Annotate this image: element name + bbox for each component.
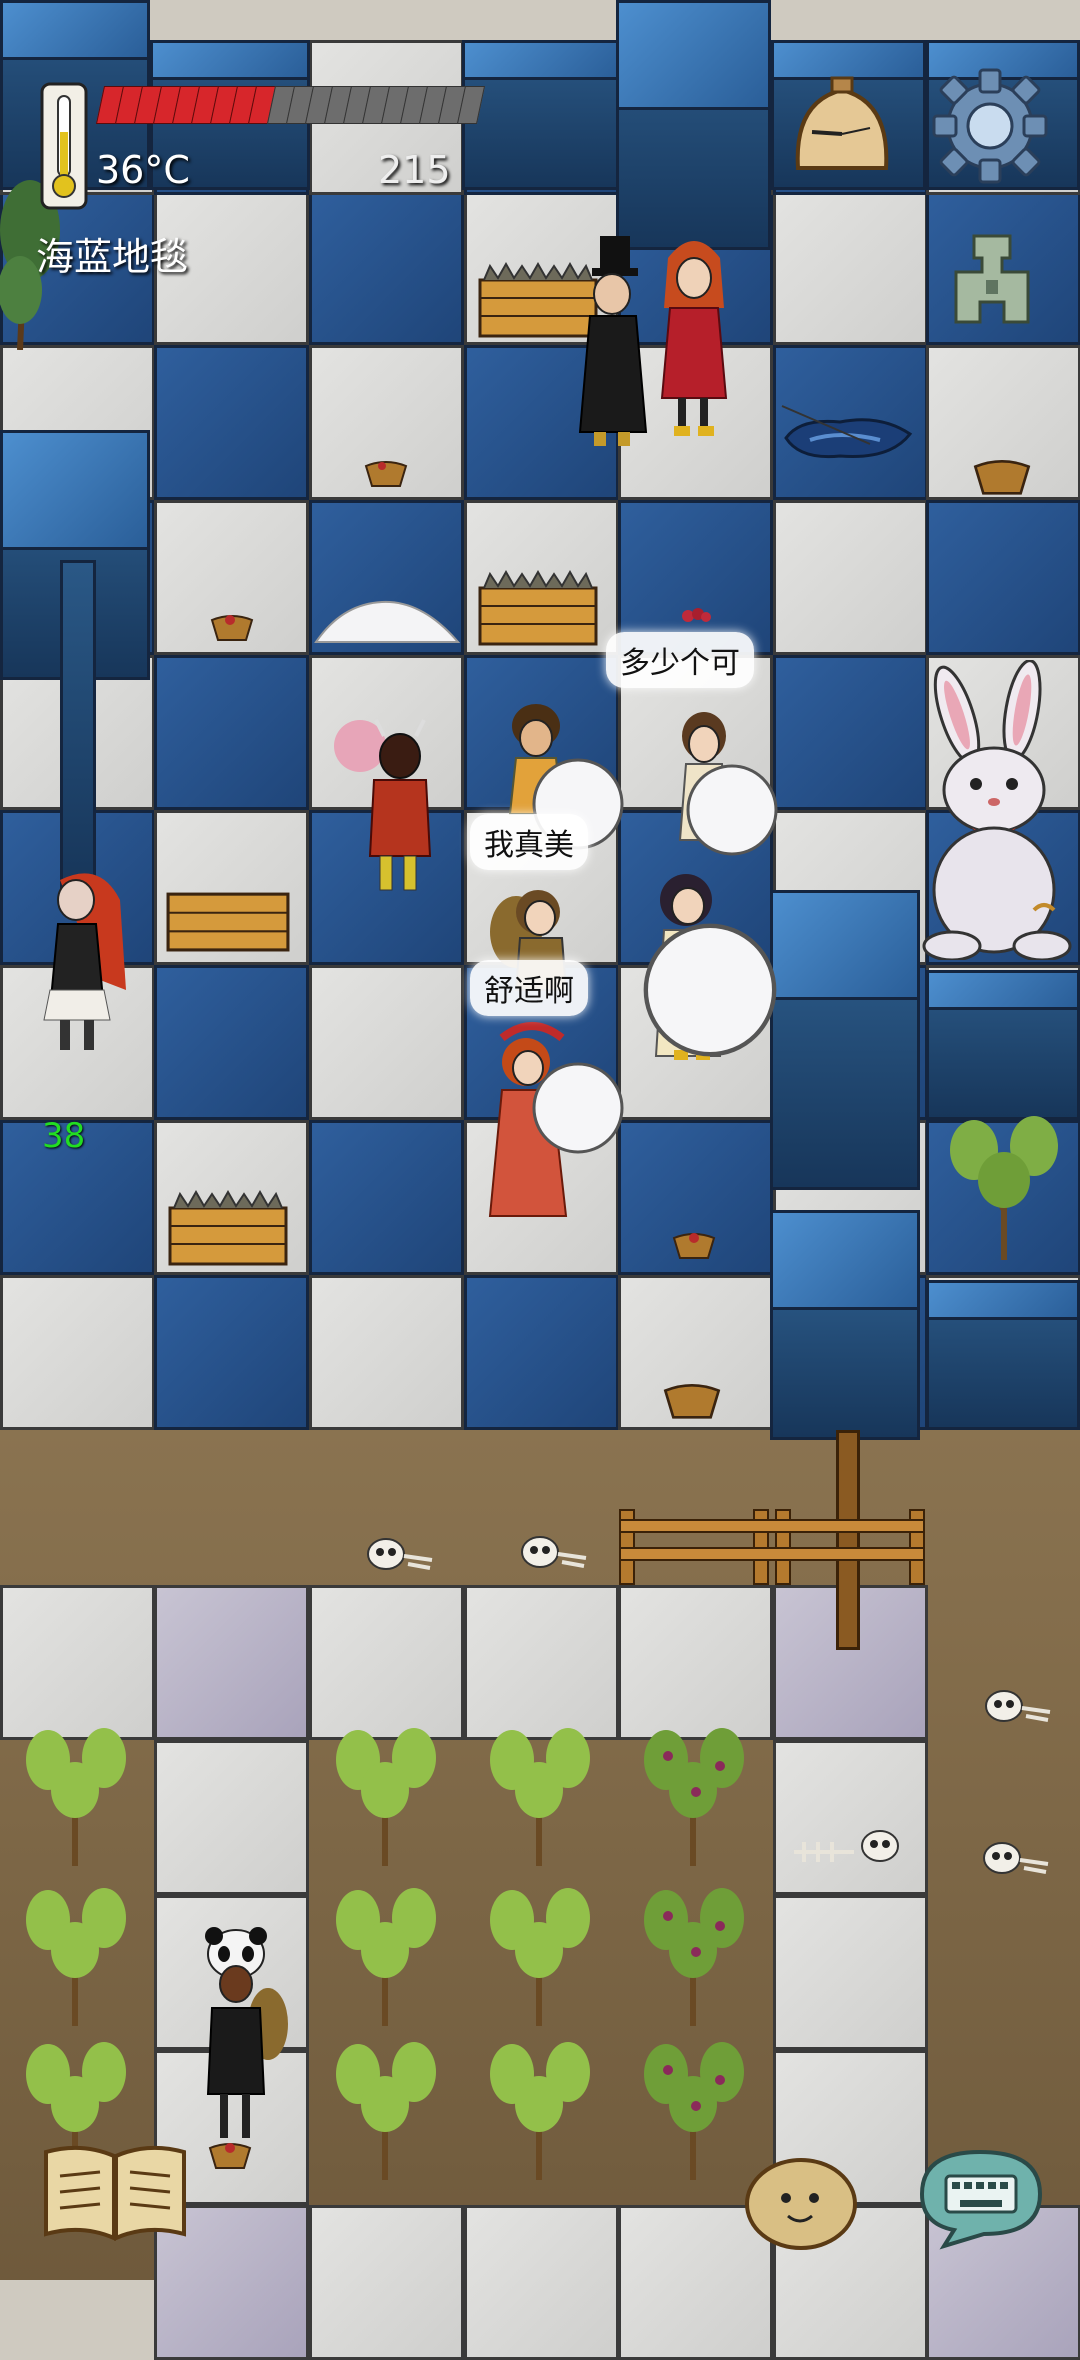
bean-plant[interactable]	[20, 1706, 130, 1866]
speech-bubble: 多少个可	[606, 632, 754, 688]
carpet-tile[interactable]	[154, 345, 309, 500]
bean-plant[interactable]	[330, 2020, 440, 2180]
carpet-tile[interactable]	[926, 500, 1080, 655]
pocket-watch-icon[interactable]	[790, 72, 894, 182]
bean-plant[interactable]	[484, 1866, 594, 2026]
thermometer-icon	[40, 82, 88, 210]
open-book-icon[interactable]	[42, 2142, 188, 2244]
bean-plant[interactable]	[330, 1706, 440, 1866]
gooseberry-bush[interactable]	[638, 1866, 748, 2026]
wall-top	[926, 970, 1080, 1010]
carpet-tile[interactable]	[154, 655, 309, 810]
basket[interactable]	[662, 1380, 722, 1420]
ice-fishing-hole[interactable]	[780, 404, 920, 464]
wall-top	[770, 890, 920, 1000]
wall-top	[926, 1280, 1080, 1320]
basket[interactable]	[672, 1230, 716, 1260]
character-tophat[interactable]	[566, 232, 656, 452]
carpet-tile[interactable]	[154, 1275, 309, 1430]
skeleton[interactable]	[962, 1836, 1052, 1880]
snowball[interactable]	[684, 762, 780, 858]
skeleton[interactable]	[500, 1530, 590, 1574]
keyboard-icon[interactable]	[914, 2146, 1048, 2250]
speech-bubble: 舒适啊	[470, 960, 588, 1016]
character-panda-hat[interactable]	[190, 1924, 290, 2154]
giant-rabbit[interactable]	[912, 660, 1080, 960]
character-veiled[interactable]	[30, 860, 130, 1060]
bean-plant[interactable]	[484, 1706, 594, 1866]
bean-plant[interactable]	[330, 1866, 440, 2026]
wall-top	[462, 40, 622, 80]
speech-bubble: 我真美	[470, 814, 588, 870]
skeleton[interactable]	[784, 1812, 914, 1872]
basket[interactable]	[972, 456, 1032, 496]
wall-top	[0, 0, 150, 60]
carpet-tile[interactable]	[773, 500, 928, 655]
carpet-tile[interactable]	[309, 1275, 464, 1430]
stone-tile[interactable]	[309, 2205, 464, 2360]
basket[interactable]	[210, 612, 254, 642]
snowball[interactable]	[640, 920, 780, 1060]
carpet-tile[interactable]	[464, 1275, 619, 1430]
snowball[interactable]	[530, 1060, 626, 1156]
gooseberry-bush[interactable]	[638, 1706, 748, 1866]
character-horned[interactable]	[330, 706, 440, 906]
carpet-tile[interactable]	[773, 190, 928, 345]
wall-top	[770, 1210, 920, 1310]
carpet-tile[interactable]	[0, 1275, 155, 1430]
potato-face-icon[interactable]	[744, 2152, 858, 2252]
game-world[interactable]: 多少个可 我真美 舒适啊 36°C 215 海蓝地毯 38	[0, 0, 1080, 2360]
carpet-tile[interactable]	[309, 965, 464, 1120]
berry-pile[interactable]	[676, 604, 716, 624]
carpet-tile[interactable]	[309, 190, 464, 345]
wall-top	[616, 0, 771, 110]
wall-top	[0, 430, 150, 550]
score-readout: 215	[378, 148, 451, 192]
food-meter	[95, 86, 490, 124]
wall-top	[150, 40, 310, 80]
stone-tile[interactable]	[773, 1895, 928, 2050]
temperature-readout: 36°C	[96, 148, 190, 192]
skeleton[interactable]	[964, 1684, 1054, 1728]
coin-ancient-icon[interactable]	[952, 232, 1032, 328]
gooseberry-bush[interactable]	[944, 1090, 1064, 1260]
stone-tile[interactable]	[154, 1740, 309, 1895]
bean-plant[interactable]	[484, 2020, 594, 2180]
hovered-object-name: 海蓝地毯	[36, 235, 189, 279]
stone-tile[interactable]	[464, 2205, 619, 2360]
carpet-tile[interactable]	[154, 965, 309, 1120]
wooden-fence[interactable]	[614, 1500, 934, 1590]
stone-tile[interactable]	[154, 1585, 309, 1740]
wooden-crate[interactable]	[166, 1190, 290, 1266]
character-red-dress[interactable]	[654, 228, 734, 448]
carpet-tile[interactable]	[773, 655, 928, 810]
snow-pile[interactable]	[312, 594, 462, 646]
gooseberry-bush[interactable]	[638, 2020, 748, 2180]
skeleton[interactable]	[346, 1532, 436, 1576]
bean-plant[interactable]	[20, 1866, 130, 2026]
wooden-crate[interactable]	[476, 570, 600, 646]
gear-icon[interactable]	[930, 66, 1050, 186]
player-age-readout: 38	[42, 1116, 86, 1156]
wall-pillar	[60, 560, 96, 890]
carpet-tile[interactable]	[309, 1120, 464, 1275]
basket[interactable]	[364, 458, 408, 488]
wooden-crate[interactable]	[166, 890, 290, 952]
